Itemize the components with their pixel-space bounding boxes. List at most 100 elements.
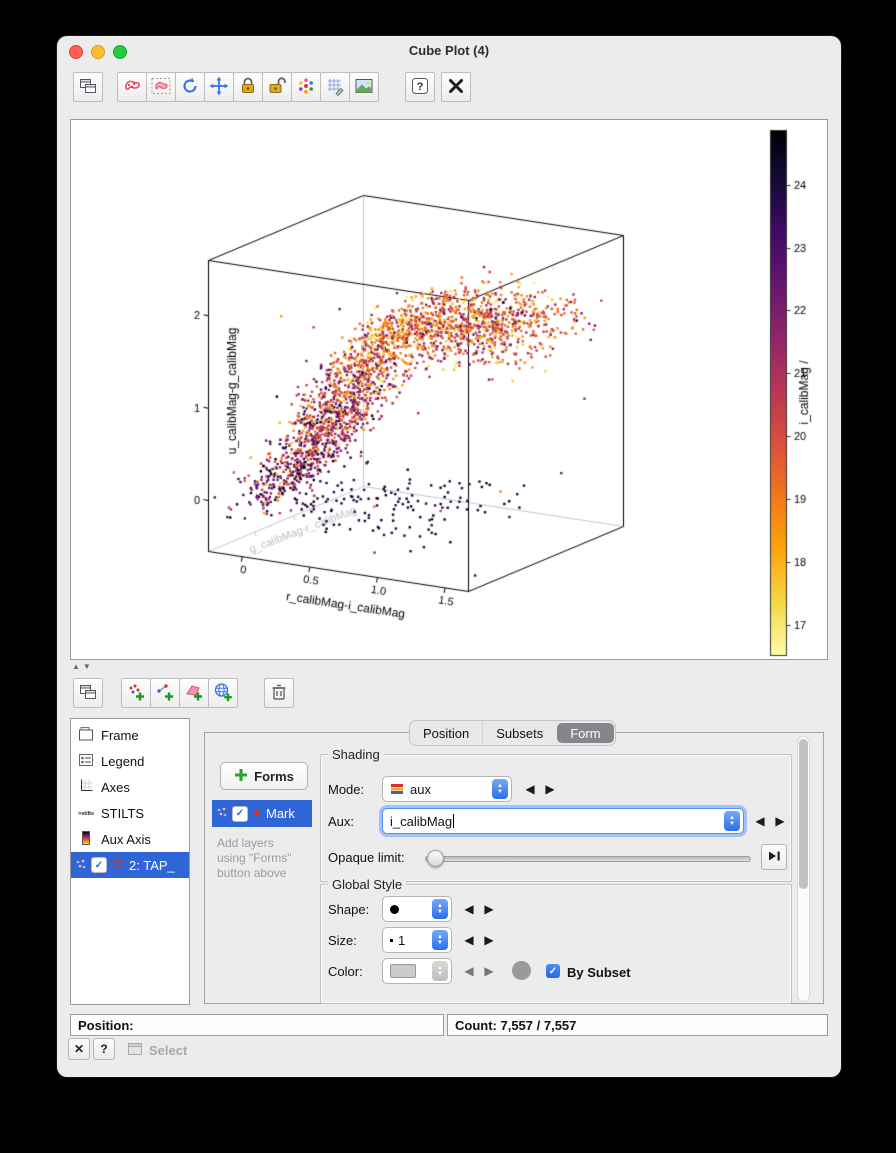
tree-item-layer-tap[interactable]: ✓ 2: TAP_ bbox=[71, 852, 189, 878]
rescale-icon bbox=[209, 76, 229, 99]
tab-subsets[interactable]: Subsets bbox=[482, 722, 556, 744]
replot-icon bbox=[180, 76, 200, 99]
axis-editor-button[interactable] bbox=[320, 72, 350, 102]
close-plot-button[interactable] bbox=[441, 72, 471, 102]
mark-dot-icon bbox=[252, 806, 262, 821]
add-pair-layer-button[interactable] bbox=[150, 678, 180, 708]
cube-plot-canvas[interactable] bbox=[71, 120, 827, 659]
filled-circle-shape-icon bbox=[390, 905, 399, 914]
tree-item-label: Frame bbox=[101, 728, 139, 743]
tree-item-label: Axes bbox=[101, 780, 130, 795]
scrollbar-thumb[interactable] bbox=[799, 739, 808, 889]
sphere-icon bbox=[296, 76, 316, 99]
color-prev-button[interactable]: ◀ bbox=[460, 962, 478, 980]
size-stepper[interactable]: ▲▼ bbox=[432, 930, 448, 950]
replot-button[interactable] bbox=[175, 72, 205, 102]
window-control-button[interactable] bbox=[73, 72, 103, 102]
aux-value: i_calibMag bbox=[390, 814, 452, 829]
layer-toolbar bbox=[73, 678, 294, 708]
window-icon bbox=[79, 77, 97, 98]
mode-stepper[interactable]: ▲▼ bbox=[492, 779, 508, 799]
size-next-button[interactable]: ▶ bbox=[480, 931, 498, 949]
size-prev-button[interactable]: ◀ bbox=[460, 931, 478, 949]
count-readout-text: Count: 7,557 / 7,557 bbox=[455, 1018, 576, 1033]
select-toggle[interactable]: Select bbox=[127, 1041, 187, 1060]
add-position-layer-icon bbox=[126, 682, 146, 705]
zoom-window-button[interactable] bbox=[113, 45, 127, 59]
shape-next-button[interactable]: ▶ bbox=[480, 900, 498, 918]
add-position-layer-button[interactable] bbox=[121, 678, 151, 708]
rescale-button[interactable] bbox=[204, 72, 234, 102]
add-area-layer-icon bbox=[184, 682, 204, 705]
shape-combo[interactable]: ▲▼ bbox=[382, 896, 452, 922]
add-sky-layer-button[interactable] bbox=[208, 678, 238, 708]
aux-mode-icon bbox=[390, 782, 404, 796]
mode-prev-button[interactable]: ◀ bbox=[521, 780, 539, 798]
forms-button-label: Forms bbox=[254, 769, 294, 784]
color-combo[interactable]: ▲▼ bbox=[382, 958, 452, 984]
minimize-window-button[interactable] bbox=[91, 45, 105, 59]
plot-panel bbox=[70, 119, 828, 660]
footer-close-button[interactable]: ✕ bbox=[68, 1038, 90, 1060]
aux-label: Aux: bbox=[328, 814, 354, 829]
tree-item-legend[interactable]: Legend bbox=[71, 748, 189, 774]
blob-subset-frame-icon bbox=[151, 76, 171, 99]
splitter-down-icon[interactable]: ▼ bbox=[83, 662, 91, 671]
aux-prev-button[interactable]: ◀ bbox=[751, 812, 769, 830]
window-icon bbox=[79, 683, 97, 704]
mode-value: aux bbox=[410, 782, 431, 797]
frame-icon bbox=[78, 726, 94, 745]
help-button[interactable]: ? bbox=[405, 72, 435, 102]
color-label: Color: bbox=[328, 964, 363, 979]
size-label: Size: bbox=[328, 933, 357, 948]
lock-icon bbox=[238, 76, 258, 99]
lock-axes-button[interactable] bbox=[233, 72, 263, 102]
mark-label: Mark bbox=[266, 806, 295, 821]
footer-help-button[interactable]: ? bbox=[93, 1038, 115, 1060]
draw-subset-button[interactable] bbox=[117, 72, 147, 102]
add-area-layer-button[interactable] bbox=[179, 678, 209, 708]
by-subset-checkbox[interactable]: ✓ bbox=[546, 964, 560, 978]
opaque-limit-adjust-icon bbox=[766, 848, 782, 867]
aux-next-button[interactable]: ▶ bbox=[771, 812, 789, 830]
mode-combo[interactable]: aux ▲▼ bbox=[382, 776, 512, 802]
position-readout: Position: bbox=[70, 1014, 444, 1036]
opaque-limit-slider[interactable] bbox=[425, 856, 751, 862]
form-panel-scrollbar[interactable] bbox=[797, 736, 810, 1002]
tab-position[interactable]: Position bbox=[410, 722, 482, 744]
color-swatch bbox=[390, 964, 416, 978]
tab-form[interactable]: Form bbox=[557, 723, 613, 743]
close-icon bbox=[446, 76, 466, 99]
splitter-up-icon[interactable]: ▲ bbox=[72, 662, 80, 671]
mark-visibility-checkbox[interactable]: ✓ bbox=[232, 806, 248, 822]
aux-field[interactable]: i_calibMag ▲▼ bbox=[382, 808, 744, 834]
tree-item-aux-axis[interactable]: Aux Axis bbox=[71, 826, 189, 852]
size-dot-icon bbox=[390, 939, 393, 942]
color-next-button[interactable]: ▶ bbox=[480, 962, 498, 980]
layer-visibility-checkbox[interactable]: ✓ bbox=[91, 857, 107, 873]
tree-item-stilts[interactable]: >stilts STILTS bbox=[71, 800, 189, 826]
draw-subset-frame-button[interactable] bbox=[146, 72, 176, 102]
opaque-limit-adjust-button[interactable] bbox=[761, 844, 787, 870]
form-layer-mark[interactable]: ✓ Mark bbox=[212, 800, 312, 827]
window-title: Cube Plot (4) bbox=[57, 36, 841, 66]
grid-edit-icon bbox=[325, 76, 345, 99]
lock-aux-range-button[interactable] bbox=[262, 72, 292, 102]
tree-item-frame[interactable]: Frame bbox=[71, 722, 189, 748]
remove-layer-button[interactable] bbox=[264, 678, 294, 708]
forms-button[interactable]: Forms bbox=[220, 762, 308, 790]
export-image-button[interactable] bbox=[349, 72, 379, 102]
close-window-button[interactable] bbox=[69, 45, 83, 59]
size-combo[interactable]: 1 ▲▼ bbox=[382, 927, 452, 953]
shape-prev-button[interactable]: ◀ bbox=[460, 900, 478, 918]
opaque-limit-slider-thumb[interactable] bbox=[427, 850, 444, 867]
titlebar[interactable]: Cube Plot (4) bbox=[57, 36, 841, 66]
layer-window-control-button[interactable] bbox=[73, 678, 103, 708]
trash-icon bbox=[269, 682, 289, 705]
aux-stepper[interactable]: ▲▼ bbox=[724, 811, 740, 831]
shape-stepper[interactable]: ▲▼ bbox=[432, 899, 448, 919]
aux-shader-button[interactable] bbox=[291, 72, 321, 102]
color-stepper[interactable]: ▲▼ bbox=[432, 961, 448, 981]
mode-next-button[interactable]: ▶ bbox=[541, 780, 559, 798]
tree-item-axes[interactable]: Axes bbox=[71, 774, 189, 800]
